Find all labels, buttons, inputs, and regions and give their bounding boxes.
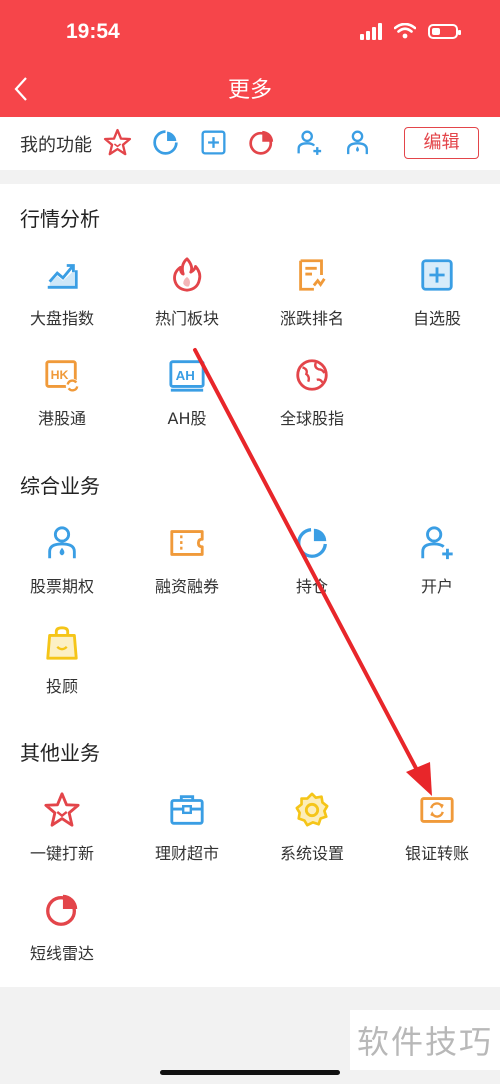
- briefcase-icon: [170, 795, 204, 825]
- menu-item-label: 涨跌排名: [279, 309, 344, 328]
- svg-text:HK: HK: [51, 368, 69, 382]
- menu-item-label: 融资融券: [154, 577, 219, 596]
- star-icon: [44, 792, 80, 827]
- wifi-icon: [394, 23, 416, 39]
- menu-item-label: 热门板块: [154, 309, 219, 328]
- user-plus-icon[interactable]: [294, 127, 325, 158]
- menu-item-label: 股票期权: [29, 577, 94, 596]
- user-drop-icon: [48, 526, 76, 559]
- flame-icon: [173, 257, 202, 292]
- section-title-market: 行情分析: [20, 207, 100, 231]
- menu-item-label: 理财超市: [154, 844, 219, 863]
- document-icon: [299, 259, 326, 291]
- home-indicator[interactable]: [160, 1070, 340, 1075]
- menu-item-ipo-subscribe[interactable]: 一键打新: [2, 791, 122, 864]
- menu-item-bank-transfer[interactable]: 银证转账: [377, 791, 497, 864]
- menu-item-ah-stocks[interactable]: AH AH股: [127, 356, 247, 429]
- menu-item-label: 持仓: [295, 577, 328, 596]
- menu-item-global-index[interactable]: 全球股指: [252, 356, 372, 429]
- menu-item-open-account[interactable]: 开户: [377, 524, 497, 597]
- pie-ring-icon: [297, 528, 327, 558]
- menu-item-label: 银证转账: [404, 844, 469, 863]
- menu-item-hot-sectors[interactable]: 热门板块: [127, 256, 247, 329]
- hk-exchange-icon: HK: [45, 360, 80, 393]
- battery-level: [432, 27, 440, 35]
- user-drop-icon[interactable]: [342, 127, 373, 158]
- menu-item-label: 大盘指数: [29, 309, 94, 328]
- page-title: 更多: [227, 78, 272, 103]
- status-icons: [360, 22, 461, 40]
- pie-chart-icon: [46, 894, 78, 926]
- pie-chart-icon[interactable]: [246, 127, 277, 158]
- menu-item-label: 短线雷达: [29, 944, 94, 963]
- menu-item-label: 港股通: [37, 409, 86, 428]
- battery-icon: [428, 23, 461, 39]
- function-panel: 行情分析 大盘指数 热门板块 涨跌排名 自选股 HK 港股通 AH AH股 全球…: [0, 184, 500, 987]
- menu-item-margin-trading[interactable]: 融资融券: [127, 524, 247, 597]
- menu-item-settings[interactable]: 系统设置: [252, 791, 372, 864]
- ticket-icon: [170, 530, 204, 556]
- menu-item-wealth-market[interactable]: 理财超市: [127, 791, 247, 864]
- gear-icon: [295, 792, 329, 827]
- signal-icon: [360, 22, 382, 40]
- watermark: 软件技巧: [350, 1010, 500, 1070]
- menu-item-advisory[interactable]: 投顾: [2, 624, 122, 697]
- star-icon[interactable]: [102, 127, 133, 158]
- menu-item-label: 开户: [420, 577, 453, 596]
- menu-item-label: AH股: [167, 409, 207, 428]
- my-functions-label: 我的功能: [20, 135, 92, 156]
- app-header: 19:54 更多: [0, 0, 500, 117]
- globe-icon: [296, 359, 328, 391]
- menu-item-label: 全球股指: [279, 409, 344, 428]
- menu-item-label: 自选股: [412, 309, 461, 328]
- menu-item-hk-connect[interactable]: HK 港股通: [2, 356, 122, 429]
- svg-text:AH: AH: [176, 368, 195, 383]
- menu-item-ranking[interactable]: 涨跌排名: [252, 256, 372, 329]
- menu-item-market-index[interactable]: 大盘指数: [2, 256, 122, 329]
- ah-badge-icon: AH: [169, 360, 205, 392]
- menu-item-label: 投顾: [45, 677, 78, 696]
- menu-item-stock-options[interactable]: 股票期权: [2, 524, 122, 597]
- status-time: 19:54: [66, 20, 120, 43]
- refresh-pie-icon[interactable]: [150, 127, 181, 158]
- menu-item-short-radar[interactable]: 短线雷达: [2, 891, 122, 964]
- edit-button[interactable]: 编辑: [404, 127, 479, 159]
- menu-item-label: 系统设置: [279, 844, 344, 863]
- menu-item-watchlist[interactable]: 自选股: [377, 256, 497, 329]
- my-functions-bar: 我的功能 编辑: [0, 117, 500, 170]
- section-title-other: 其他业务: [20, 741, 100, 765]
- my-functions-icons: [102, 127, 373, 158]
- user-plus-icon: [421, 526, 453, 560]
- section-title-business: 综合业务: [20, 474, 100, 498]
- shopping-bag-icon: [46, 626, 78, 660]
- transfer-icon: [420, 797, 454, 823]
- plus-square-icon[interactable]: [198, 127, 229, 158]
- plus-square-icon: [421, 259, 453, 291]
- chart-trend-icon: [47, 264, 78, 289]
- menu-item-positions[interactable]: 持仓: [252, 524, 372, 597]
- menu-item-label: 一键打新: [29, 844, 94, 863]
